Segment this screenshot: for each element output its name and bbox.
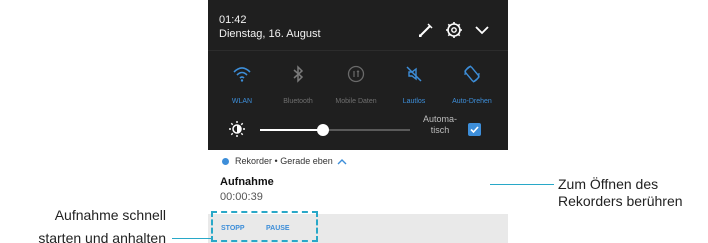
mobile-data-icon <box>346 64 366 84</box>
notification-time: Gerade eben <box>280 156 333 166</box>
action-highlight-box <box>211 211 318 242</box>
brightness-icon <box>228 120 246 138</box>
phone-screen: 01:42 Dienstag, 16. August WLAN Bluetoot… <box>208 0 508 243</box>
brightness-slider[interactable] <box>260 124 410 136</box>
bluetooth-icon <box>288 64 308 84</box>
brightness-slider-thumb[interactable] <box>317 124 329 136</box>
notification-separator: • <box>274 156 278 166</box>
toggle-auto-rotate[interactable]: Auto-Drehen <box>443 60 501 105</box>
auto-rotate-icon <box>462 64 482 84</box>
callout-left-line1: Aufnahme schnell <box>54 207 166 223</box>
notification-title[interactable]: Aufnahme <box>220 176 274 188</box>
toggle-bluetooth-label: Bluetooth <box>283 98 313 105</box>
status-date: Dienstag, 16. August <box>219 28 321 40</box>
toggle-mobile-data[interactable]: Mobile Daten <box>327 60 385 105</box>
callout-right-line2: Rekorders berühren <box>558 193 683 209</box>
toggle-auto-rotate-label: Auto-Drehen <box>452 98 492 105</box>
auto-brightness-label: Automa-tisch <box>422 114 457 135</box>
brightness-slider-fill <box>260 129 323 131</box>
callout-left-line2: starten und anhalten <box>38 230 166 243</box>
notification-shade: 01:42 Dienstag, 16. August WLAN Bluetoot… <box>208 0 508 150</box>
toggle-mute[interactable]: Lautlos <box>385 60 443 105</box>
callout-line-left <box>172 238 212 239</box>
toggle-wlan[interactable]: WLAN <box>213 60 271 105</box>
mute-icon <box>404 64 424 84</box>
expand-chevron-icon[interactable] <box>472 20 492 40</box>
auto-brightness-checkbox[interactable] <box>468 123 481 136</box>
recording-elapsed-time: 00:00:39 <box>220 191 263 203</box>
toggle-wlan-label: WLAN <box>231 98 253 105</box>
callout-open-recorder: Zum Öffnen des Rekorders berühren <box>558 176 708 210</box>
collapse-chevron-icon[interactable] <box>337 158 347 166</box>
settings-gear-icon[interactable] <box>444 20 464 40</box>
toggle-mute-label: Lautlos <box>402 98 426 105</box>
app-dot-icon <box>222 158 229 166</box>
callout-right-line1: Zum Öffnen des <box>558 176 659 192</box>
edit-icon[interactable] <box>416 20 436 40</box>
header-divider <box>208 50 508 51</box>
toggle-mobile-data-label: Mobile Daten <box>335 98 377 105</box>
notification-app-name: Rekorder <box>235 156 273 166</box>
notification-header[interactable]: Rekorder • Gerade eben <box>222 156 347 166</box>
status-time: 01:42 <box>219 14 247 26</box>
callout-line-right <box>490 184 554 185</box>
wifi-icon <box>232 64 252 84</box>
toggle-bluetooth[interactable]: Bluetooth <box>269 60 327 105</box>
